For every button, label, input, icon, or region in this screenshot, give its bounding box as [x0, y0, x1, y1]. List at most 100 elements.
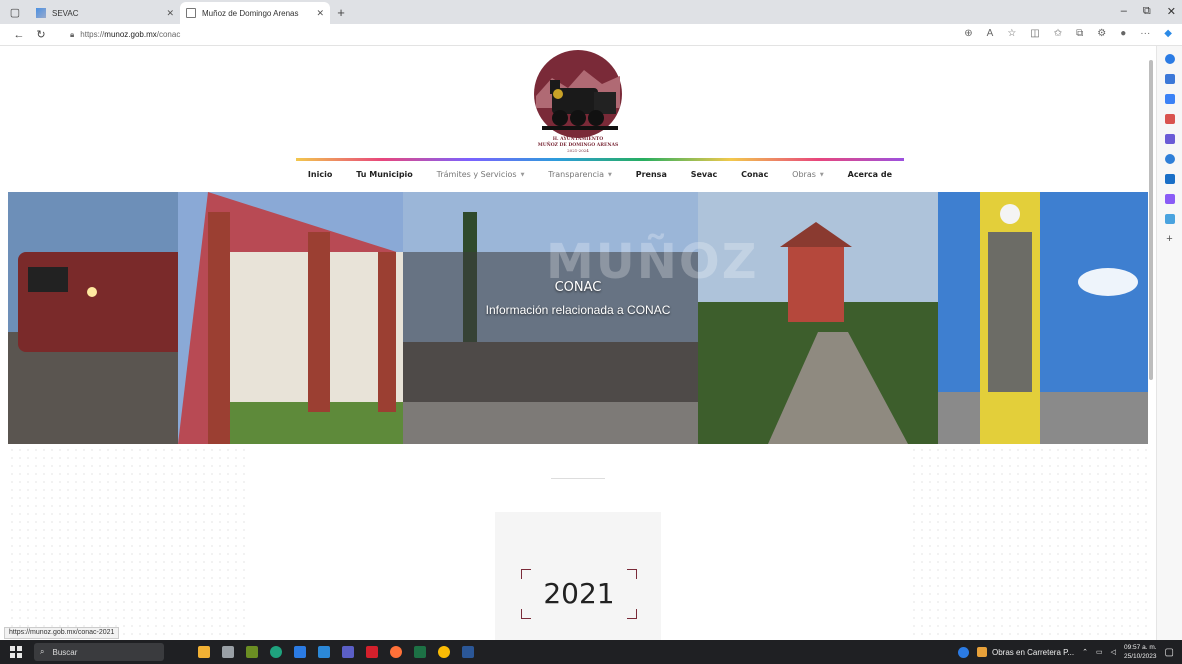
- close-tab-icon[interactable]: ✕: [316, 8, 324, 19]
- widgets-icon[interactable]: [198, 646, 210, 658]
- split-screen-icon[interactable]: ◫: [1030, 28, 1039, 39]
- nav-item-label: Transparencia: [548, 170, 605, 179]
- volume-icon[interactable]: ◁: [1111, 648, 1116, 656]
- more-icon[interactable]: ···: [1140, 28, 1150, 39]
- close-window-icon[interactable]: ✕: [1167, 5, 1176, 18]
- nav-item-acerca-de[interactable]: Acerca de: [836, 161, 904, 188]
- office-icon[interactable]: [1164, 154, 1175, 164]
- scroll-thumb[interactable]: [1149, 60, 1153, 380]
- refresh-icon[interactable]: ↻: [30, 28, 52, 41]
- copilot-icon[interactable]: ◆: [1164, 28, 1172, 39]
- acrobat-icon[interactable]: [366, 646, 378, 658]
- outlook-icon[interactable]: [1164, 174, 1175, 184]
- tab-title: Muñoz de Domingo Arenas: [202, 8, 299, 18]
- taskbar-pinned-apps: [198, 646, 474, 658]
- nav-item-tu-municipio[interactable]: Tu Municipio: [344, 161, 424, 188]
- zoom-icon[interactable]: ⊕: [964, 28, 972, 39]
- taskbar-clock[interactable]: 09:57 a. m. 25/10/2023: [1124, 643, 1157, 661]
- nav-item-label: Conac: [741, 170, 769, 179]
- app-icon: [976, 647, 987, 657]
- year-label: 2021: [543, 577, 615, 610]
- favorites-icon[interactable]: ✩: [1054, 28, 1062, 39]
- frame-corner: [521, 609, 531, 619]
- url-host: munoz.gob.mx: [104, 30, 157, 39]
- main-navigation: Inicio Tu Municipio Trámites y Servicios ▼ T…: [296, 158, 904, 188]
- new-tab-button[interactable]: +: [330, 5, 352, 20]
- nav-item-sevac[interactable]: Sevac: [679, 161, 729, 188]
- logo-line3: 2021-2024: [567, 148, 589, 153]
- section-divider: [551, 478, 605, 479]
- browser-tab-bar: ▢ SEVAC ✕ Muñoz de Domingo Arenas ✕ + – …: [0, 0, 1182, 24]
- nav-item-label: Obras: [792, 170, 816, 179]
- lock-icon: 🔒︎: [70, 29, 75, 39]
- url-field[interactable]: 🔒︎ https://munoz.gob.mx/conac: [70, 30, 180, 40]
- firefox-icon[interactable]: [390, 646, 402, 658]
- favorite-star-icon[interactable]: ☆: [1007, 28, 1016, 39]
- clock-date: 25/10/2023: [1124, 653, 1157, 660]
- notifications-icon[interactable]: [1164, 54, 1175, 64]
- search-icon[interactable]: [1164, 74, 1175, 84]
- taskbar-search[interactable]: ⌕ Buscar: [34, 643, 164, 661]
- notification-center-icon[interactable]: ▢: [1165, 647, 1174, 658]
- word-icon[interactable]: [462, 646, 474, 658]
- task-view-icon[interactable]: [222, 646, 234, 658]
- nav-item-conac[interactable]: Conac: [729, 161, 780, 188]
- clock-time: 09:57 a. m.: [1124, 644, 1157, 651]
- windows-start-icon[interactable]: [10, 646, 22, 658]
- files-icon[interactable]: [246, 646, 258, 658]
- browser-sidebar: +: [1156, 46, 1182, 640]
- close-tab-icon[interactable]: ✕: [166, 8, 174, 19]
- taskbar-search-placeholder: Buscar: [52, 647, 78, 657]
- address-bar-actions: ⊕ A ☆ ◫ ✩ ⧉ ⚙ ● ··· ◆: [964, 28, 1172, 39]
- edge-icon[interactable]: [270, 646, 282, 658]
- excel-icon[interactable]: [414, 646, 426, 658]
- games-icon[interactable]: [1164, 134, 1175, 144]
- nav-item-transparencia[interactable]: Transparencia ▼: [536, 161, 623, 188]
- nav-item-obras[interactable]: Obras ▼: [780, 161, 835, 188]
- tools-icon[interactable]: [1164, 114, 1175, 124]
- network-icon[interactable]: ▭: [1096, 648, 1103, 656]
- help-icon[interactable]: [957, 646, 969, 658]
- taskbar-active-app[interactable]: Obras en Carretera P...: [976, 647, 1075, 657]
- web-page: H. AYUNTAMIENTO MUÑOZ DE DOMINGO ARENAS …: [0, 46, 1150, 640]
- windows-taskbar: ⌕ Buscar Obras en Carretera P... ⌃ ▭ ◁ 0…: [0, 640, 1182, 664]
- mail-icon[interactable]: [318, 646, 330, 658]
- restore-icon[interactable]: ⧉: [1143, 5, 1151, 18]
- active-app-title: Obras en Carretera P...: [991, 647, 1075, 657]
- tab-title: SEVAC: [52, 8, 79, 18]
- nav-item-inicio[interactable]: Inicio: [296, 161, 344, 188]
- logo-line1: H. AYUNTAMIENTO: [553, 136, 603, 142]
- chrome-icon[interactable]: [438, 646, 450, 658]
- collections-icon[interactable]: ⧉: [1076, 28, 1083, 39]
- page-favicon-icon: [186, 8, 196, 18]
- teams-icon[interactable]: [342, 646, 354, 658]
- add-icon[interactable]: +: [1165, 234, 1175, 245]
- hero-banner: MUÑOZ CONAC Información relacionada a CO…: [8, 192, 1148, 444]
- tab-actions-icon[interactable]: ▢: [0, 6, 30, 19]
- sevac-favicon-icon: [36, 8, 46, 18]
- decorative-pattern-left: [8, 446, 248, 640]
- frame-corner: [627, 609, 637, 619]
- nav-item-prensa[interactable]: Prensa: [624, 161, 679, 188]
- profile-icon[interactable]: ●: [1120, 28, 1126, 39]
- drop-icon[interactable]: [1164, 214, 1175, 224]
- tab-munoz[interactable]: Muñoz de Domingo Arenas ✕: [180, 2, 330, 24]
- nav-item-trámites-y-servicios[interactable]: Trámites y Servicios ▼: [425, 161, 537, 188]
- back-icon[interactable]: ←: [8, 29, 30, 41]
- tab-sevac[interactable]: SEVAC ✕: [30, 2, 180, 24]
- municipality-logo[interactable]: H. AYUNTAMIENTO MUÑOZ DE DOMINGO ARENAS …: [522, 48, 634, 160]
- year-card-link[interactable]: 2021: [521, 569, 637, 619]
- designer-icon[interactable]: [1164, 194, 1175, 204]
- tray-overflow-icon[interactable]: ⌃: [1082, 648, 1088, 656]
- extensions-icon[interactable]: ⚙: [1097, 28, 1106, 39]
- hero-subtitle: Información relacionada a CONAC: [485, 303, 671, 317]
- shopping-icon[interactable]: [1164, 94, 1175, 104]
- search-icon: ⌕: [40, 647, 45, 656]
- chevron-down-icon: ▼: [819, 171, 824, 178]
- minimize-icon[interactable]: –: [1121, 5, 1127, 18]
- read-aloud-icon[interactable]: A: [987, 28, 994, 39]
- logo-line2: MUÑOZ DE DOMINGO ARENAS: [538, 141, 619, 148]
- nav-item-label: Tu Municipio: [356, 170, 413, 179]
- page-scrollbar[interactable]: [1148, 50, 1154, 630]
- store-icon[interactable]: [294, 646, 306, 658]
